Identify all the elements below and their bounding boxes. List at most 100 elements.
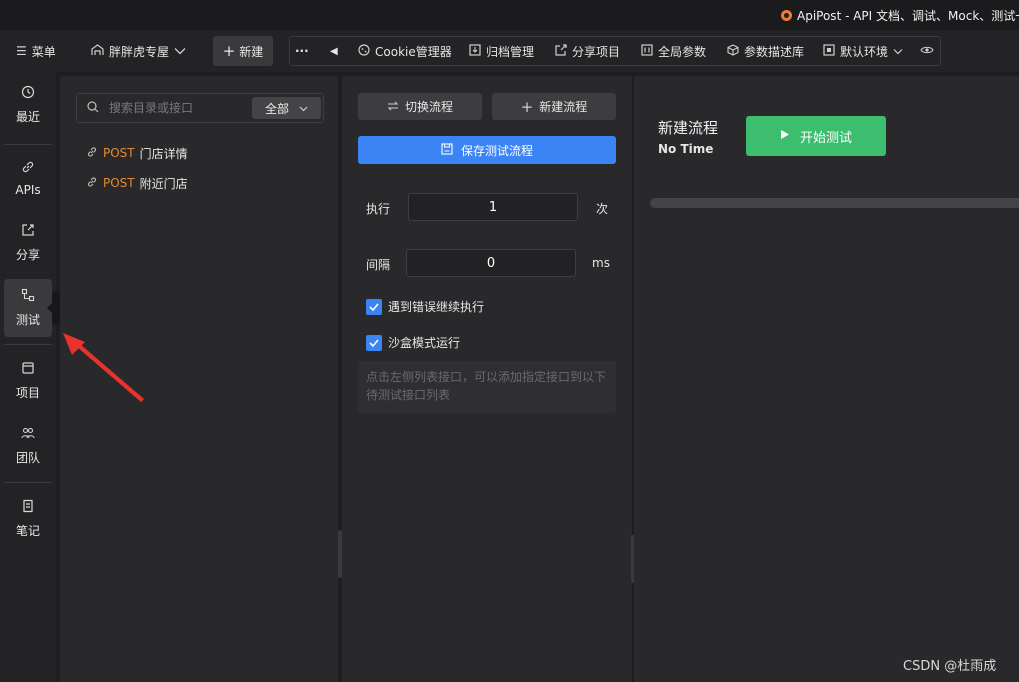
- checkbox-checked-icon: [366, 334, 382, 351]
- sidebar-item-apis[interactable]: APIs: [4, 149, 52, 207]
- sidebar-divider: [4, 482, 52, 483]
- sandbox-mode-label: 沙盒模式运行: [388, 336, 461, 350]
- plus-icon: +: [222, 42, 236, 60]
- param-desc-library-button[interactable]: 参数描述库: [727, 30, 804, 72]
- api-link-icon: [86, 146, 98, 161]
- global-params-button[interactable]: 全局参数: [641, 30, 706, 72]
- apipost-logo-icon: [781, 10, 792, 21]
- api-method: POST: [103, 146, 135, 160]
- sidebar-item-label: 测试: [15, 313, 40, 327]
- api-search-input[interactable]: [109, 99, 249, 117]
- new-label: 新建: [239, 44, 264, 59]
- search-icon: [87, 101, 99, 113]
- plus-icon: +: [520, 97, 534, 116]
- save-flow-label: 保存测试流程: [460, 143, 533, 158]
- api-link-icon: [86, 176, 98, 191]
- save-icon: [441, 142, 453, 158]
- chevron-down-icon: [174, 44, 186, 58]
- link-icon: [21, 160, 35, 177]
- share-project-button[interactable]: 分享项目: [555, 30, 620, 72]
- flow-title: 新建流程: [658, 119, 719, 137]
- interval-label: 间隔: [366, 258, 391, 272]
- api-name: 门店详情: [139, 146, 188, 161]
- chevron-down-icon: [299, 101, 308, 115]
- menu-button[interactable]: ☰ 菜单: [16, 30, 56, 72]
- archive-icon: [469, 43, 481, 59]
- note-icon: [21, 499, 35, 516]
- execute-count-input[interactable]: [408, 193, 578, 221]
- sidebar-divider: [4, 344, 52, 345]
- sidebar-item-project[interactable]: 项目: [4, 352, 52, 410]
- share-project-label: 分享项目: [572, 44, 621, 59]
- cookie-manager-button[interactable]: Cookie管理器: [358, 30, 452, 72]
- environment-view-button[interactable]: [920, 30, 934, 72]
- collapse-button[interactable]: ◀: [330, 30, 338, 72]
- switch-flow-button[interactable]: 切换流程: [358, 93, 482, 120]
- archive-label: 归档管理: [486, 44, 535, 59]
- chevron-down-icon: [893, 44, 903, 58]
- scope-label: 全部: [265, 101, 290, 116]
- annotation-arrow-icon: [63, 333, 144, 402]
- share-icon: [555, 43, 567, 59]
- sidebar-item-label: 项目: [15, 386, 40, 400]
- menu-label: 菜单: [31, 44, 56, 59]
- switch-flow-label: 切换流程: [404, 100, 453, 114]
- menu-icon: ☰: [16, 44, 27, 58]
- sidebar-item-label: 最近: [15, 110, 40, 124]
- cube-icon: [727, 43, 739, 59]
- sandbox-mode-checkbox[interactable]: 沙盒模式运行: [366, 334, 460, 351]
- sidebar-item-label: 团队: [15, 451, 40, 465]
- flow-empty-hint: 点击左侧列表接口，可以添加指定接口到以下待测试接口列表: [358, 361, 616, 413]
- cookie-icon: [358, 43, 370, 59]
- project-icon: [21, 361, 35, 378]
- cookie-label: Cookie管理器: [375, 44, 452, 59]
- sidebar-item-team[interactable]: 团队: [4, 417, 52, 475]
- sidebar-item-recent[interactable]: 最近: [4, 76, 52, 134]
- api-method: POST: [103, 176, 135, 190]
- start-test-button[interactable]: 开始测试: [746, 116, 886, 156]
- scope-dropdown[interactable]: 全部: [252, 97, 321, 119]
- test-icon: [21, 288, 35, 305]
- sidebar-divider: [4, 144, 52, 145]
- eye-icon: [920, 44, 934, 58]
- interval-unit: ms: [592, 256, 610, 270]
- save-flow-button[interactable]: 保存测试流程: [358, 136, 616, 164]
- play-icon: [780, 129, 790, 144]
- sidebar-item-notes[interactable]: 笔记: [4, 490, 52, 548]
- more-button[interactable]: ···: [295, 30, 309, 72]
- start-test-label: 开始测试: [799, 130, 852, 146]
- workspace-label: 胖胖虎专屋: [109, 44, 170, 59]
- caret-left-icon: ◀: [330, 45, 338, 57]
- api-name: 附近门店: [139, 176, 188, 191]
- new-button[interactable]: + 新建: [213, 36, 273, 66]
- sidebar-item-label: 笔记: [15, 524, 40, 538]
- interval-input[interactable]: [406, 249, 576, 277]
- workspace-selector[interactable]: 胖胖虎专屋: [91, 30, 186, 72]
- test-progress-bar: [650, 198, 1019, 208]
- sidebar-item-label: 分享: [15, 248, 40, 262]
- continue-on-error-checkbox[interactable]: 遇到错误继续执行: [366, 298, 484, 315]
- execute-count-label: 执行: [366, 202, 391, 216]
- api-list-item[interactable]: POST 附近门店: [86, 174, 188, 192]
- watermark: CSDN @杜雨成: [903, 659, 997, 674]
- sidebar: 最近 APIs 分享 测试 项目 团队 笔记: [0, 72, 56, 682]
- continue-on-error-label: 遇到错误继续执行: [388, 300, 485, 314]
- share-icon: [21, 223, 35, 240]
- team-icon: [21, 426, 35, 443]
- environment-label: 默认环境: [840, 44, 889, 59]
- title-bar: ApiPost - API 文档、调试、Mock、测试一: [0, 0, 1019, 30]
- workspace-icon: [91, 43, 104, 59]
- global-params-label: 全局参数: [658, 44, 707, 59]
- swap-icon: [387, 100, 399, 114]
- new-flow-button[interactable]: + 新建流程: [492, 93, 616, 120]
- sidebar-item-share[interactable]: 分享: [4, 214, 52, 272]
- archive-button[interactable]: 归档管理: [469, 30, 534, 72]
- checkbox-checked-icon: [366, 298, 382, 315]
- params-icon: [641, 43, 653, 59]
- environment-icon: [823, 43, 835, 59]
- sidebar-item-test[interactable]: 测试: [4, 279, 52, 337]
- flow-config-panel: 切换流程 + 新建流程 保存测试流程 执行 次 间隔 ms 遇到错误继续执行 沙…: [342, 76, 632, 682]
- more-icon: ···: [295, 44, 309, 58]
- api-list-item[interactable]: POST 门店详情: [86, 144, 188, 162]
- environment-selector[interactable]: 默认环境: [823, 30, 903, 72]
